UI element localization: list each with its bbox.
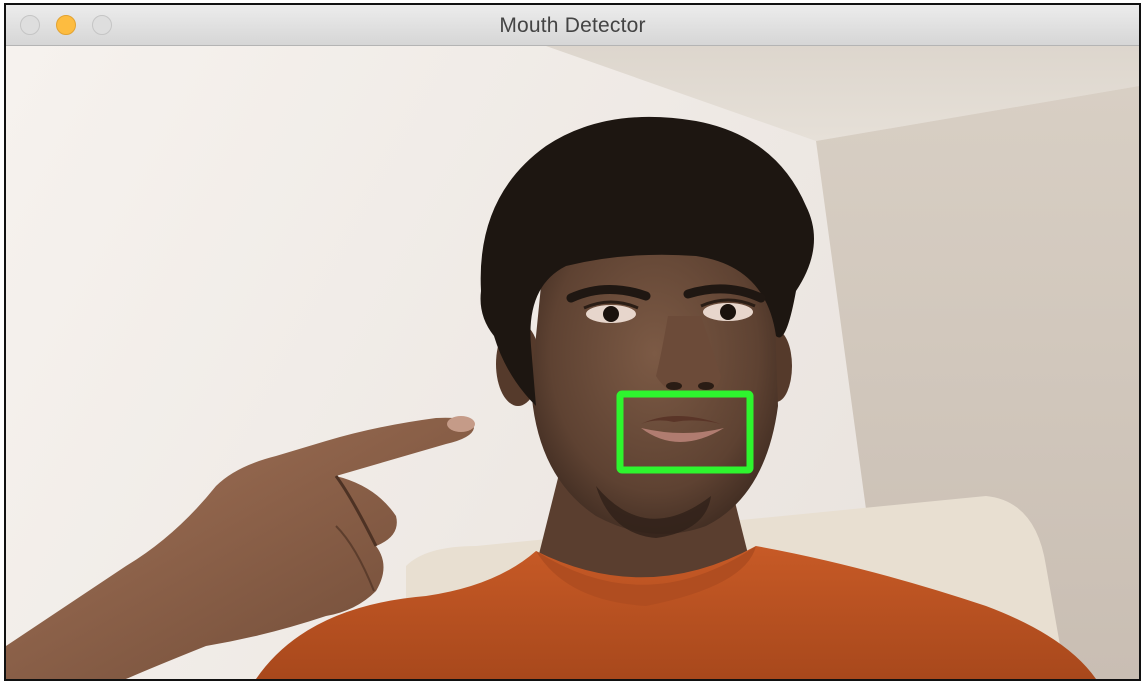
- webcam-image: [6, 46, 1139, 679]
- camera-frame: [6, 46, 1139, 679]
- fingernail: [447, 416, 475, 432]
- left-pupil: [603, 306, 619, 322]
- title-bar[interactable]: Mouth Detector: [6, 5, 1139, 46]
- left-nostril: [666, 382, 682, 390]
- right-pupil: [720, 304, 736, 320]
- window-title: Mouth Detector: [499, 14, 646, 37]
- right-nostril: [698, 382, 714, 390]
- app-window: Mouth Detector: [4, 3, 1141, 681]
